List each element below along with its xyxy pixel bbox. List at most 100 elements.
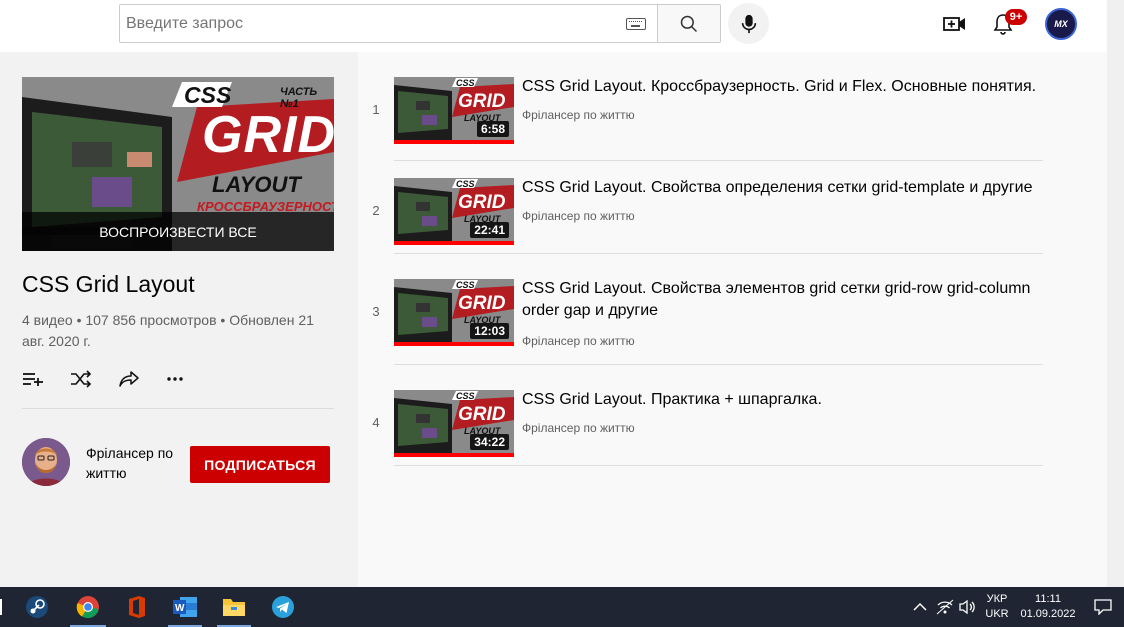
video-duration: 12:03: [470, 323, 509, 339]
video-channel[interactable]: Фрілансер по життю: [522, 209, 635, 223]
playlist-video-list: 1 CSS GRID LAYOUT 6:58 CSS Grid Layout. …: [358, 52, 1107, 587]
channel-name[interactable]: Фрілансер по життю: [86, 443, 186, 483]
playlist-title: CSS Grid Layout: [22, 271, 195, 297]
language-indicator[interactable]: УКР UKR: [982, 592, 1012, 622]
watch-progress-bar: [394, 241, 514, 245]
play-all-label: ВОСПРОИЗВЕСТИ ВСЕ: [99, 223, 257, 240]
office-icon: [129, 596, 145, 618]
playlist-video-row[interactable]: 3 CSS GRID LAYOUT 12:03 CSS Grid Layout.…: [358, 254, 1043, 365]
video-title[interactable]: CSS Grid Layout. Свойства элементов grid…: [522, 278, 1042, 322]
svg-text:GRID: GRID: [458, 192, 506, 213]
video-camera-add-icon: [943, 17, 965, 31]
shuffle-button[interactable]: [70, 367, 118, 391]
folder-icon: [223, 599, 245, 616]
video-index: 1: [372, 102, 380, 117]
svg-text:W: W: [175, 603, 185, 614]
playlist-video-row[interactable]: 4 CSS GRID LAYOUT 34:22 CSS Grid Layout.…: [358, 365, 1043, 466]
chevron-up-icon: [913, 602, 927, 611]
account-avatar[interactable]: MX: [1045, 8, 1077, 40]
scrollbar[interactable]: [1107, 0, 1124, 587]
playlist-add-icon: [23, 373, 43, 386]
clock[interactable]: 11:11 01.09.2022: [1018, 592, 1078, 622]
sidebar-divider: [22, 408, 334, 409]
svg-text:GRID: GRID: [458, 404, 506, 425]
share-icon: [119, 371, 139, 387]
taskbar-word[interactable]: W: [171, 593, 199, 621]
playlist-video-row[interactable]: 1 CSS GRID LAYOUT 6:58 CSS Grid Layout. …: [358, 52, 1043, 161]
video-index: 2: [372, 203, 380, 218]
keyboard-icon[interactable]: [626, 18, 646, 30]
search-box[interactable]: [119, 4, 658, 43]
notification-center-icon: [1094, 599, 1112, 615]
microphone-icon: [741, 14, 756, 33]
tray-volume[interactable]: [953, 593, 981, 621]
taskbar-office[interactable]: [122, 593, 150, 621]
clock-time: 11:11: [1035, 593, 1061, 605]
playlist-actions: [22, 367, 214, 391]
video-channel[interactable]: Фрілансер по життю: [522, 421, 635, 435]
video-duration: 22:41: [470, 222, 509, 238]
tray-show-hidden[interactable]: [906, 593, 934, 621]
video-thumbnail[interactable]: CSS GRID LAYOUT 6:58: [394, 77, 514, 144]
svg-text:GRID: GRID: [458, 91, 506, 112]
playlist-thumbnail[interactable]: CSS ЧАСТЬ №1 GRID LAYOUT КРОССБРАУЗЕРНОС…: [22, 77, 334, 251]
video-title[interactable]: CSS Grid Layout. Свойства определения се…: [522, 177, 1042, 199]
svg-text:CSS: CSS: [456, 78, 475, 88]
taskbar-steam[interactable]: [23, 593, 51, 621]
windows-edge-icon: [0, 599, 2, 615]
channel-avatar[interactable]: [22, 438, 70, 486]
search-button[interactable]: [657, 4, 721, 43]
video-duration: 6:58: [476, 121, 509, 137]
windows-taskbar: W УКР UKR 11:11 01.09.2022: [0, 587, 1124, 627]
steam-icon: [26, 596, 48, 618]
network-icon: [936, 599, 954, 615]
thumb-grid-text: GRID: [202, 106, 334, 164]
speaker-icon: [959, 599, 975, 615]
video-title[interactable]: CSS Grid Layout. Кроссбраузерность. Grid…: [522, 76, 1042, 98]
shuffle-icon: [71, 370, 92, 388]
row-divider: [394, 465, 1043, 466]
save-to-queue-button[interactable]: [22, 367, 70, 391]
svg-text:CSS: CSS: [456, 280, 475, 290]
video-thumbnail[interactable]: CSS GRID LAYOUT 22:41: [394, 178, 514, 245]
channel-avatar-image: [22, 438, 70, 486]
search-icon: [680, 15, 698, 32]
top-header: 9+ MX: [0, 0, 1107, 52]
video-channel[interactable]: Фрілансер по життю: [522, 334, 635, 348]
video-title[interactable]: CSS Grid Layout. Практика + шпаргалка.: [522, 389, 1042, 411]
playlist-sidebar: CSS ЧАСТЬ №1 GRID LAYOUT КРОССБРАУЗЕРНОС…: [0, 52, 358, 587]
video-channel[interactable]: Фрілансер по життю: [522, 108, 635, 122]
video-index: 4: [372, 415, 380, 430]
taskbar-file-explorer[interactable]: [220, 593, 248, 621]
more-actions-button[interactable]: [166, 367, 214, 391]
video-index: 3: [372, 304, 380, 319]
voice-search-button[interactable]: [728, 3, 769, 44]
video-duration: 34:22: [470, 434, 509, 450]
taskbar-chrome[interactable]: [74, 593, 102, 621]
word-icon: W: [173, 597, 197, 617]
create-video-button[interactable]: [942, 11, 968, 37]
action-center-button[interactable]: [1089, 593, 1117, 621]
thumb-layout-text: LAYOUT: [212, 172, 301, 197]
search-input[interactable]: [120, 5, 600, 42]
watch-progress-bar: [394, 342, 514, 346]
share-button[interactable]: [118, 367, 166, 391]
playlist-stats: 4 видео • 107 856 просмотров • Обновлен …: [22, 312, 314, 349]
play-all-button[interactable]: ВОСПРОИЗВЕСТИ ВСЕ: [22, 212, 334, 251]
svg-text:CSS: CSS: [456, 391, 475, 401]
language-code-ua: УКР: [986, 593, 1008, 605]
language-code-en: UKR: [985, 608, 1009, 620]
notification-count-badge: 9+: [1005, 9, 1027, 25]
telegram-icon: [272, 596, 294, 618]
watch-progress-bar: [394, 453, 514, 457]
video-thumbnail[interactable]: CSS GRID LAYOUT 34:22: [394, 390, 514, 457]
video-thumbnail[interactable]: CSS GRID LAYOUT 12:03: [394, 279, 514, 346]
chrome-icon: [76, 596, 99, 619]
more-horizontal-icon: [167, 377, 183, 381]
playlist-video-row[interactable]: 2 CSS GRID LAYOUT 22:41 CSS Grid Layout.…: [358, 153, 1043, 254]
watch-progress-bar: [394, 140, 514, 144]
svg-text:CSS: CSS: [456, 179, 475, 189]
taskbar-telegram[interactable]: [269, 593, 297, 621]
taskbar-start-partial[interactable]: [0, 593, 20, 621]
subscribe-button[interactable]: ПОДПИСАТЬСЯ: [190, 446, 330, 483]
